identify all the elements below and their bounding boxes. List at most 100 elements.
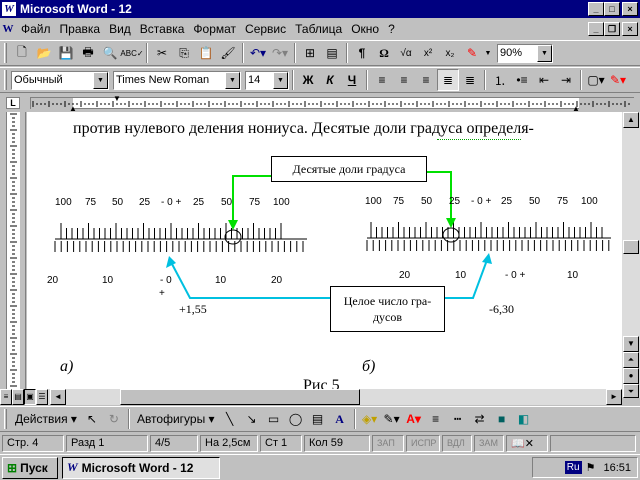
dash-style-icon[interactable]: ┅ bbox=[447, 408, 469, 430]
shadow-icon[interactable]: ■ bbox=[491, 408, 513, 430]
print-preview-icon[interactable]: 🔍 bbox=[99, 42, 121, 64]
outline-view-icon[interactable]: ☰ bbox=[36, 389, 48, 405]
document-map-icon[interactable]: ▤ bbox=[321, 42, 343, 64]
format-painter-icon[interactable]: 🖌 bbox=[217, 42, 239, 64]
justify-icon[interactable]: ≣ bbox=[437, 69, 459, 91]
status-ovr[interactable]: ЗАМ bbox=[474, 434, 504, 452]
print-icon[interactable]: 🖶 bbox=[77, 42, 99, 64]
status-ext[interactable]: ВДЛ bbox=[442, 434, 472, 452]
line-color-icon[interactable]: ✎▾ bbox=[381, 408, 403, 430]
word-app-icon[interactable]: W bbox=[2, 2, 16, 16]
doc-restore-button[interactable]: ❐ bbox=[604, 22, 620, 36]
justify-full-icon[interactable]: ≣ bbox=[459, 69, 481, 91]
taskbar-word-button[interactable]: W Microsoft Word - 12 bbox=[62, 456, 220, 479]
doc-close-button[interactable]: × bbox=[622, 22, 638, 36]
save-icon[interactable]: 💾 bbox=[55, 42, 77, 64]
line-style-icon[interactable]: ≡ bbox=[425, 408, 447, 430]
doc-minimize-button[interactable]: _ bbox=[588, 22, 604, 36]
language-indicator[interactable]: Ru bbox=[564, 461, 582, 474]
align-right-icon[interactable]: ≡ bbox=[415, 69, 437, 91]
toolbar-grip[interactable] bbox=[4, 70, 7, 90]
spelling-icon[interactable]: ABC✓ bbox=[120, 42, 143, 64]
subscript-icon[interactable]: x₂ bbox=[439, 42, 461, 64]
align-center-icon[interactable]: ≡ bbox=[393, 69, 415, 91]
document-icon[interactable]: W bbox=[0, 21, 16, 37]
borders-icon[interactable]: ▢▾ bbox=[585, 69, 607, 91]
font-color-pen-icon[interactable]: ✎ bbox=[461, 42, 483, 64]
scroll-down-icon[interactable]: ▼ bbox=[623, 336, 639, 352]
text-color-icon[interactable]: A▾ bbox=[403, 408, 425, 430]
status-trk[interactable]: ИСПР bbox=[406, 434, 440, 452]
new-document-icon[interactable]: 🗋 bbox=[11, 42, 33, 64]
italic-button[interactable]: К bbox=[319, 69, 341, 91]
align-left-icon[interactable]: ≡ bbox=[371, 69, 393, 91]
callout-whole-degrees[interactable]: Целое число гра- дусов bbox=[330, 286, 445, 332]
font-size-select[interactable]: 14 ▼ bbox=[245, 70, 289, 90]
close-button[interactable]: × bbox=[622, 2, 638, 16]
clock[interactable]: 16:51 bbox=[603, 462, 631, 474]
scroll-up-icon[interactable]: ▲ bbox=[623, 112, 639, 128]
vertical-ruler[interactable] bbox=[0, 112, 26, 391]
redo-icon[interactable]: ↷▾ bbox=[269, 42, 291, 64]
horizontal-scrollbar[interactable]: ≡ ▤ ▣ ☰ ◄ ► bbox=[0, 389, 622, 405]
scroll-left-icon[interactable]: ◄ bbox=[50, 389, 66, 405]
online-layout-view-icon[interactable]: ▤ bbox=[12, 389, 24, 405]
next-page-icon[interactable]: ⏷ bbox=[623, 384, 639, 398]
copy-icon[interactable]: ⎘ bbox=[173, 42, 195, 64]
undo-icon[interactable]: ↶▾ bbox=[247, 42, 269, 64]
normal-view-icon[interactable]: ≡ bbox=[0, 389, 12, 405]
superscript-icon[interactable]: x² bbox=[417, 42, 439, 64]
numbered-list-icon[interactable]: ⒈ bbox=[489, 69, 511, 91]
open-folder-icon[interactable]: 📂 bbox=[33, 42, 55, 64]
symbol-omega-icon[interactable]: Ω bbox=[373, 42, 395, 64]
fill-color-icon[interactable]: ◈▾ bbox=[359, 408, 381, 430]
start-button[interactable]: ⊞ Пуск bbox=[2, 456, 58, 479]
increase-indent-icon[interactable]: ⇥ bbox=[555, 69, 577, 91]
show-paragraph-icon[interactable]: ¶ bbox=[351, 42, 373, 64]
maximize-button[interactable]: □ bbox=[604, 2, 620, 16]
minimize-button[interactable]: _ bbox=[588, 2, 604, 16]
underline-button[interactable]: Ч bbox=[341, 69, 363, 91]
horizontal-ruler[interactable]: L ▲ ▼ ▲ bbox=[0, 94, 640, 113]
cut-icon[interactable]: ✂ bbox=[151, 42, 173, 64]
menu-tools[interactable]: Сервис bbox=[241, 22, 290, 36]
menu-table[interactable]: Таблица bbox=[291, 22, 346, 36]
document-page[interactable]: против нулевого деления нониуса. Десятые… bbox=[27, 112, 622, 389]
select-objects-icon[interactable]: ↖ bbox=[81, 408, 103, 430]
select-browse-object-icon[interactable]: ● bbox=[623, 368, 639, 384]
autoshapes-menu-button[interactable]: Автофигуры ▾ bbox=[133, 412, 219, 426]
prev-page-icon[interactable]: ⏶ bbox=[623, 352, 639, 368]
menu-file[interactable]: Файл bbox=[17, 22, 55, 36]
paste-icon[interactable]: 📋 bbox=[195, 42, 217, 64]
network-icon[interactable]: ⚑ bbox=[586, 461, 596, 474]
actions-menu-button[interactable]: Действия ▾ bbox=[11, 412, 81, 426]
zoom-select[interactable]: 90% ▼ bbox=[497, 43, 553, 63]
font-color-icon[interactable]: ✎▾ bbox=[607, 69, 629, 91]
menu-view[interactable]: Вид bbox=[105, 22, 135, 36]
chevron-down-icon[interactable]: ▼ bbox=[483, 42, 493, 64]
callout-tenths-of-degree[interactable]: Десятые доли градуса bbox=[271, 156, 427, 182]
status-rec[interactable]: ЗАП bbox=[372, 434, 404, 452]
toolbar-grip[interactable] bbox=[4, 43, 7, 63]
chevron-down-icon[interactable]: ▼ bbox=[93, 71, 108, 89]
menu-edit[interactable]: Правка bbox=[56, 22, 105, 36]
menu-format[interactable]: Формат bbox=[189, 22, 240, 36]
decrease-indent-icon[interactable]: ⇤ bbox=[533, 69, 555, 91]
tab-selector[interactable]: L bbox=[6, 97, 20, 109]
arrow-tool-icon[interactable]: ↘ bbox=[241, 408, 263, 430]
vertical-scrollbar[interactable]: ▲ ▼ ⏶ ● ⏷ bbox=[622, 112, 640, 398]
wordart-icon[interactable]: A bbox=[329, 408, 351, 430]
bullet-list-icon[interactable]: •≡ bbox=[511, 69, 533, 91]
menu-window[interactable]: Окно bbox=[347, 22, 383, 36]
style-select[interactable]: Обычный ▼ bbox=[11, 70, 109, 90]
first-line-indent-marker[interactable]: ▼ bbox=[113, 94, 121, 103]
bold-button[interactable]: Ж bbox=[297, 69, 319, 91]
text-box-icon[interactable]: ▤ bbox=[307, 408, 329, 430]
oval-tool-icon[interactable]: ◯ bbox=[285, 408, 307, 430]
horizontal-scroll-thumb[interactable] bbox=[120, 389, 360, 405]
free-rotate-icon[interactable]: ↻ bbox=[103, 408, 125, 430]
chevron-down-icon[interactable]: ▼ bbox=[273, 71, 288, 89]
spelling-status-icon[interactable]: 📖✕ bbox=[506, 434, 548, 452]
toolbar-grip[interactable] bbox=[4, 409, 7, 429]
menu-insert[interactable]: Вставка bbox=[136, 22, 189, 36]
